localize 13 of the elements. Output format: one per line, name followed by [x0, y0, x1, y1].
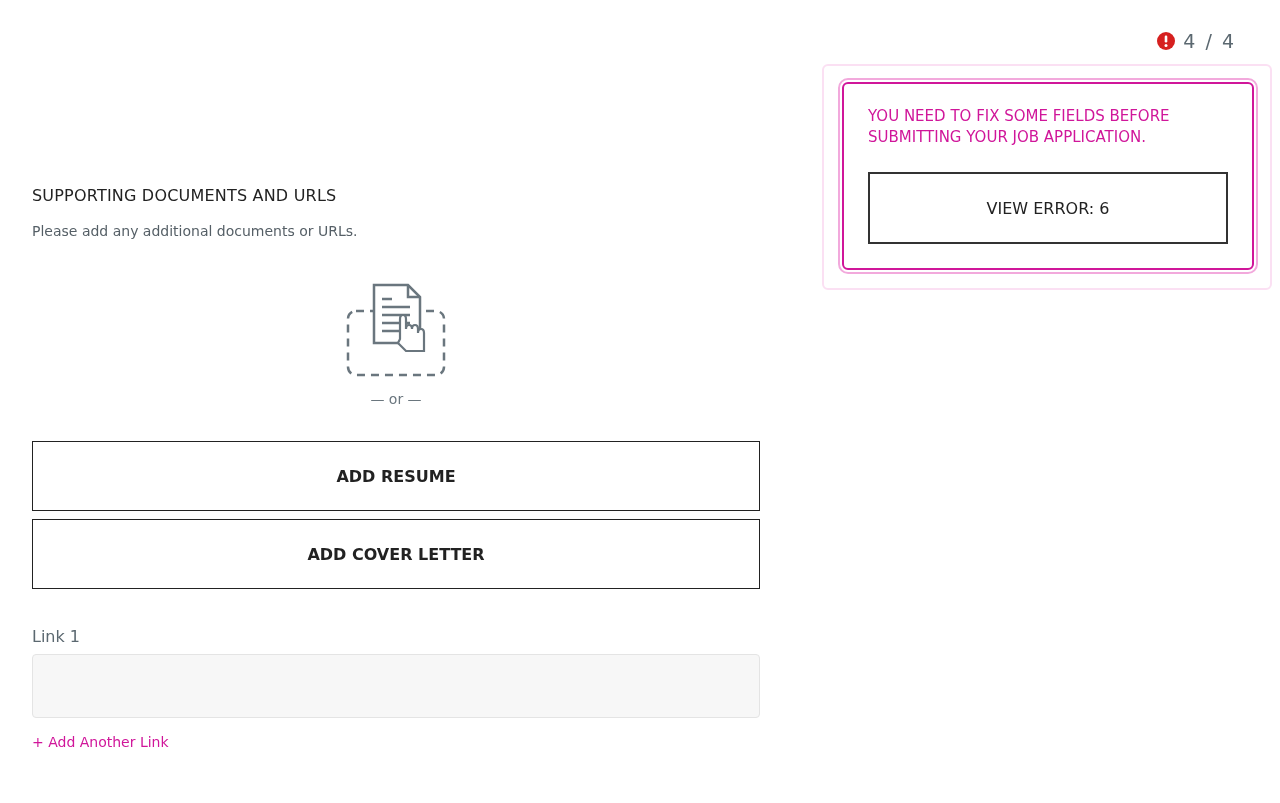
document-upload-icon: [346, 283, 446, 377]
error-message: YOU NEED TO FIX SOME FIELDS BEFORE SUBMITTING YOUR JOB APPLICATION.: [868, 106, 1171, 148]
add-link[interactable]: + Add Another Link: [32, 734, 169, 750]
field-label: Link 1: [32, 627, 82, 646]
add-document-button[interactable]: ADD COVER LETTER: [32, 519, 760, 589]
add-document-button[interactable]: ADD RESUME: [32, 441, 760, 511]
error-counter: 4 / 4: [1183, 30, 1236, 52]
or-divider: — or —: [370, 391, 422, 407]
section-description: Please add any additional documents or URLs.: [32, 223, 359, 239]
error-icon: [1157, 32, 1176, 50]
view-error-button[interactable]: VIEW ERROR: 6: [868, 172, 1228, 244]
link-input-field[interactable]: [32, 654, 760, 718]
section-title: SUPPORTING DOCUMENTS AND URLS: [32, 186, 338, 205]
